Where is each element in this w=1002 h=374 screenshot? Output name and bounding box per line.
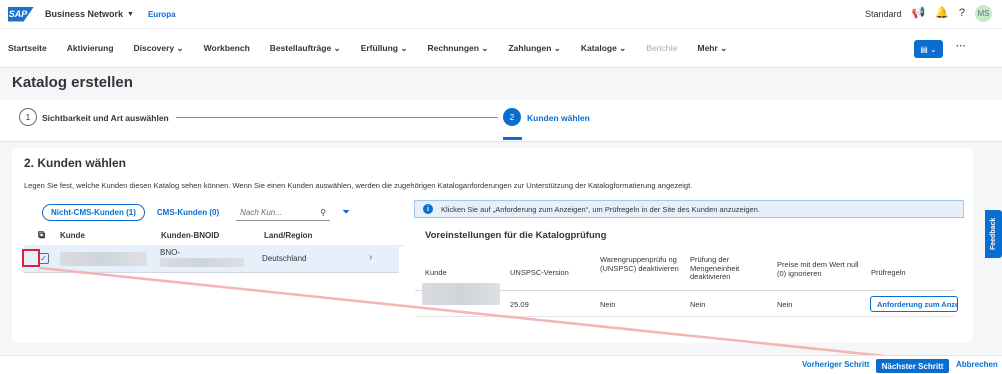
nav-item-kataloge[interactable]: Kataloge ⌄ bbox=[581, 43, 626, 54]
document-icon: ▤ ⌄ bbox=[920, 44, 937, 54]
customer-table-header: ⧉ Kunde Kunden-BNOID Land/Region bbox=[24, 226, 404, 246]
bnoid-redacted bbox=[160, 258, 244, 267]
shell-bar: SAP Business Network ▼ Europa Standard 📢… bbox=[0, 0, 1002, 28]
nav-item-startseite[interactable]: Startseite bbox=[8, 43, 47, 53]
column-kunden-bnoid: Kunden-BNOID bbox=[161, 231, 220, 240]
chevron-down-icon: ▼ bbox=[127, 10, 134, 18]
next-step-button[interactable]: Nächster Schritt bbox=[876, 359, 949, 373]
table-row: 25.09 Nein Nein Nein Anforderung zum Anz… bbox=[415, 283, 958, 317]
search-placeholder: Nach Kun... bbox=[240, 207, 282, 217]
tab-cms-customers[interactable]: CMS-Kunden (0) bbox=[157, 205, 219, 220]
filter-icon[interactable]: ⏷ bbox=[342, 207, 350, 218]
top-navigation: Startseite Aktivierung Discovery ⌄ Workb… bbox=[0, 28, 1002, 68]
nav-item-mehr[interactable]: Mehr ⌄ bbox=[697, 43, 727, 54]
wizard-step-2-label[interactable]: Kunden wählen bbox=[527, 113, 590, 123]
customer-tabs: Nicht-CMS-Kunden (1) CMS-Kunden (0) Nach… bbox=[42, 204, 350, 221]
bnoid-prefix: BNO- bbox=[160, 248, 180, 257]
category-check-value: Nein bbox=[600, 300, 616, 309]
customer-search-input[interactable]: Nach Kun... ⚲ bbox=[236, 205, 331, 221]
avatar[interactable]: MS bbox=[975, 5, 992, 22]
wizard-step-2-number[interactable]: 2 bbox=[503, 108, 521, 126]
wizard-connector bbox=[176, 117, 498, 118]
nav-item-erfuellung[interactable]: Erfüllung ⌄ bbox=[361, 43, 408, 54]
footer-bar: Vorheriger Schritt Nächster Schritt Abbr… bbox=[0, 355, 1002, 374]
mode-label[interactable]: Standard bbox=[865, 9, 902, 19]
zero-price-value: Nein bbox=[777, 300, 793, 309]
column-warengruppenpruefung: Warengruppenprüfu ng (UNSPSC) deaktivier… bbox=[600, 255, 679, 273]
region-label: Europa bbox=[147, 9, 176, 19]
section-title: 2. Kunden wählen bbox=[24, 156, 127, 170]
cancel-button[interactable]: Abbrechen bbox=[956, 360, 998, 369]
tab-non-cms-customers[interactable]: Nicht-CMS-Kunden (1) bbox=[42, 204, 145, 221]
bell-icon[interactable]: 🔔 bbox=[935, 8, 949, 19]
nav-item-aktivierung[interactable]: Aktivierung bbox=[67, 43, 114, 53]
nav-item-berichte: Berichte bbox=[646, 43, 678, 53]
nav-item-discovery[interactable]: Discovery ⌄ bbox=[134, 43, 184, 54]
previous-step-button[interactable]: Vorheriger Schritt bbox=[802, 360, 869, 369]
customer-selection-card: 2. Kunden wählen Legen Sie fest, welche … bbox=[12, 148, 973, 343]
page-title: Katalog erstellen bbox=[12, 74, 133, 91]
column-mengeneinheit: Prüfung der Mengeneinheit deaktivieren bbox=[690, 255, 740, 282]
validation-settings-title: Voreinstellungen für die Katalogprüfung bbox=[425, 230, 607, 241]
wizard-step-1-label[interactable]: Sichtbarkeit und Art auswählen bbox=[42, 113, 169, 123]
info-icon: i bbox=[423, 204, 433, 214]
nav-item-workbench[interactable]: Workbench bbox=[204, 43, 250, 53]
column-kunde: Kunde bbox=[60, 231, 85, 240]
nav-item-bestellauftraege[interactable]: Bestellaufträge ⌄ bbox=[270, 43, 341, 54]
feedback-tab[interactable]: Feedback bbox=[985, 210, 1002, 258]
customer-name-redacted bbox=[422, 283, 500, 305]
column-land-region: Land/Region bbox=[264, 231, 313, 240]
info-message: Klicken Sie auf „Anforderung zum Anzeige… bbox=[441, 204, 760, 214]
wizard-active-indicator bbox=[503, 137, 522, 140]
unspsc-version-value: 25.09 bbox=[510, 300, 529, 309]
product-switcher[interactable]: Business Network ▼ bbox=[45, 9, 134, 19]
chevron-right-icon: › bbox=[369, 252, 373, 263]
column-unspsc-version: UNSPSC-Version bbox=[510, 268, 569, 277]
column-kunde: Kunde bbox=[425, 268, 447, 277]
highlight-box bbox=[22, 249, 40, 267]
customer-name-redacted bbox=[60, 252, 147, 266]
megaphone-icon[interactable]: 📢 bbox=[911, 8, 925, 19]
sap-logo[interactable]: SAP bbox=[8, 6, 34, 22]
help-icon[interactable]: ? bbox=[959, 8, 965, 19]
create-menu-button[interactable]: ▤ ⌄ bbox=[914, 40, 943, 58]
product-name: Business Network bbox=[45, 9, 124, 19]
unit-check-value: Nein bbox=[690, 300, 706, 309]
select-all-icon[interactable]: ⧉ bbox=[38, 230, 60, 241]
column-pruefregeln: Prüfregeln bbox=[871, 268, 906, 277]
overflow-menu-icon[interactable]: ··· bbox=[956, 41, 966, 52]
country-value: Deutschland bbox=[262, 254, 307, 263]
nav-item-rechnungen[interactable]: Rechnungen ⌄ bbox=[427, 43, 488, 54]
table-row[interactable]: ✓ BNO- Deutschland › bbox=[24, 245, 399, 273]
section-description: Legen Sie fest, welche Kunden diesen Kat… bbox=[24, 181, 693, 190]
info-strip: i Klicken Sie auf „Anforderung zum Anzei… bbox=[414, 200, 964, 218]
nav-item-zahlungen[interactable]: Zahlungen ⌄ bbox=[508, 43, 560, 54]
view-request-button[interactable]: Anforderung zum Anzeigen bbox=[870, 296, 958, 312]
wizard-step-1-number[interactable]: 1 bbox=[19, 108, 37, 126]
search-icon: ⚲ bbox=[320, 207, 327, 217]
column-preise-null: Preise mit dem Wert null (0) ignorieren bbox=[777, 260, 859, 278]
wizard-progress: 1 Sichtbarkeit und Art auswählen 2 Kunde… bbox=[0, 100, 1002, 142]
